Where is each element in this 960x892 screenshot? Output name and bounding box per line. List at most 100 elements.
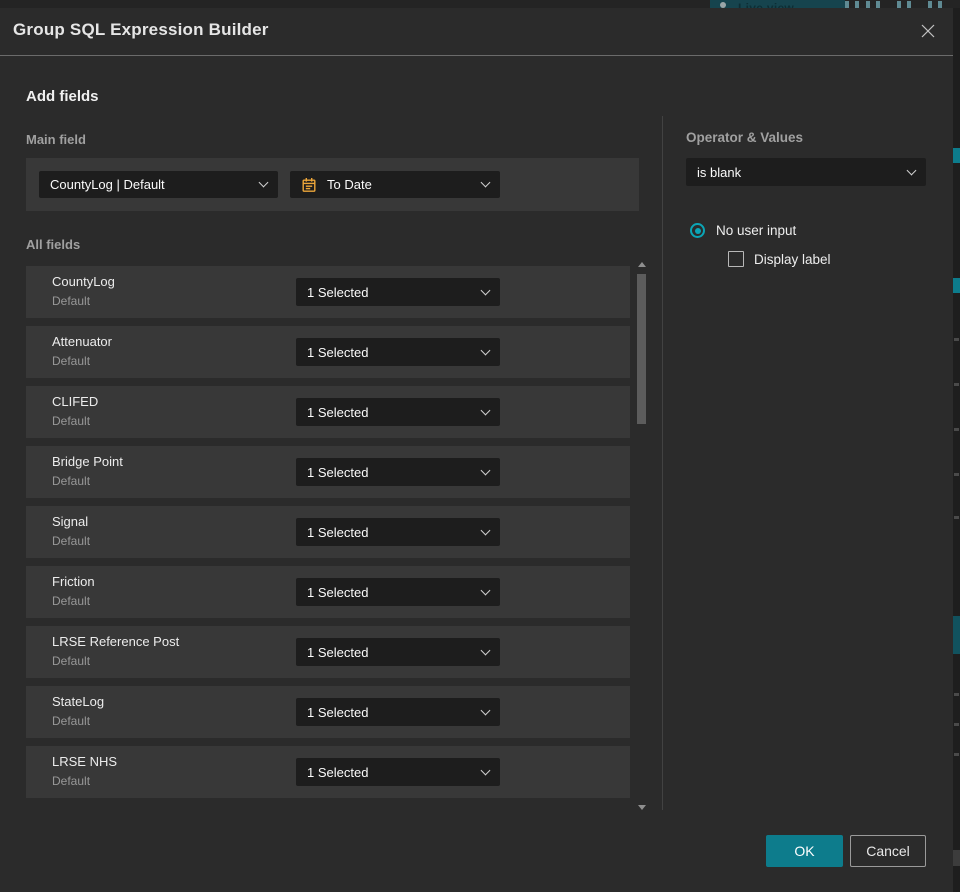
field-subtitle: Default [52,474,91,488]
field-row: Friction Default 1 Selected [26,566,630,618]
field-subtitle: Default [52,654,91,668]
field-subtitle: Default [52,414,91,428]
field-row: CLIFED Default 1 Selected [26,386,630,438]
all-fields-list: CountyLog Default 1 Selected Attenuator … [26,266,630,806]
add-fields-heading: Add fields [26,88,99,105]
ok-button[interactable]: OK [766,835,843,867]
background-fragment [954,693,959,696]
field-selection-dropdown[interactable]: 1 Selected [296,278,500,306]
field-row: StateLog Default 1 Selected [26,686,630,738]
calendar-icon [302,177,316,192]
field-selection-value: 1 Selected [307,344,369,360]
field-name: Bridge Point [52,454,123,469]
field-selection-value: 1 Selected [307,764,369,780]
date-field-dropdown-value: To Date [327,177,372,192]
field-subtitle: Default [52,714,91,728]
field-selection-value: 1 Selected [307,284,369,300]
background-fragment [954,516,959,519]
field-subtitle: Default [52,774,91,788]
display-label-label: Display label [754,251,831,267]
background-fragment [954,723,959,726]
field-selection-value: 1 Selected [307,584,369,600]
close-icon[interactable] [919,21,939,41]
toolbar-icon-fragment [845,1,859,8]
background-fragment [953,616,960,654]
field-row: CountyLog Default 1 Selected [26,266,630,318]
field-selection-dropdown[interactable]: 1 Selected [296,698,500,726]
operator-dropdown-value: is blank [697,164,742,180]
field-selection-dropdown[interactable]: 1 Selected [296,458,500,486]
field-selection-dropdown[interactable]: 1 Selected [296,518,500,546]
cancel-button[interactable]: Cancel [850,835,926,867]
display-label-checkbox[interactable]: Display label [728,251,831,267]
scrollbar-thumb[interactable] [637,274,646,424]
chevron-down-icon [480,285,491,295]
field-name: LRSE NHS [52,754,118,769]
field-subtitle: Default [52,594,91,608]
main-field-dropdown-value: CountyLog | Default [50,177,165,192]
dialog-titlebar: Group SQL Expression Builder [0,8,953,55]
chevron-down-icon [480,525,491,535]
all-fields-label: All fields [26,237,81,252]
chevron-down-icon [480,765,491,775]
field-selection-dropdown[interactable]: 1 Selected [296,638,500,666]
scroll-up-icon[interactable] [638,262,646,267]
field-selection-dropdown[interactable]: 1 Selected [296,338,500,366]
live-view-label: Live view [738,1,795,8]
background-fragment [953,148,960,163]
field-name: Signal [52,514,89,529]
field-row: Signal Default 1 Selected [26,506,630,558]
field-name: LRSE Reference Post [52,634,180,649]
field-selection-dropdown[interactable]: 1 Selected [296,758,500,786]
toolbar-icon-fragment [866,1,880,8]
field-selection-value: 1 Selected [307,704,369,720]
no-user-input-radio[interactable]: No user input [690,223,796,238]
chevron-down-icon [480,345,491,355]
field-selection-value: 1 Selected [307,464,369,480]
field-name: Attenuator [52,334,112,349]
main-field-panel: CountyLog | Default To Date [26,158,639,211]
field-row: Attenuator Default 1 Selected [26,326,630,378]
chevron-down-icon [480,465,491,475]
background-fragment [954,473,959,476]
main-field-label: Main field [26,132,86,147]
toolbar-icon-fragment [928,1,942,8]
chevron-down-icon [906,165,917,175]
background-fragment [953,278,960,293]
dialog-title: Group SQL Expression Builder [13,20,269,39]
field-selection-dropdown[interactable]: 1 Selected [296,578,500,606]
field-name: CountyLog [52,274,115,289]
chevron-down-icon [480,585,491,595]
chevron-down-icon [480,645,491,655]
field-name: CLIFED [52,394,99,409]
panel-divider [662,116,663,810]
operator-values-heading: Operator & Values [686,130,804,145]
background-app-header: Live view [0,0,960,8]
field-selection-value: 1 Selected [307,644,369,660]
toolbar-icon-fragment [897,1,911,8]
field-selection-value: 1 Selected [307,404,369,420]
date-field-dropdown[interactable]: To Date [290,171,500,198]
background-fragment [953,850,960,866]
scroll-down-icon[interactable] [638,805,646,810]
field-subtitle: Default [52,354,91,368]
background-fragment [954,338,959,341]
checkbox-unchecked-icon [728,251,744,267]
chevron-down-icon [258,177,269,188]
live-view-toggle[interactable]: Live view [710,0,845,8]
fields-scrollbar[interactable] [637,260,646,812]
background-fragment [954,428,959,431]
no-user-input-label: No user input [716,223,797,238]
operator-dropdown[interactable]: is blank [686,158,926,186]
titlebar-divider [0,55,953,56]
field-selection-dropdown[interactable]: 1 Selected [296,398,500,426]
field-subtitle: Default [52,294,91,308]
group-sql-expression-builder-dialog: Group SQL Expression Builder Add fields … [0,8,953,892]
field-row: LRSE NHS Default 1 Selected [26,746,630,798]
background-fragment [954,383,959,386]
field-subtitle: Default [52,534,91,548]
field-selection-value: 1 Selected [307,524,369,540]
main-field-dropdown[interactable]: CountyLog | Default [39,171,278,198]
chevron-down-icon [480,705,491,715]
field-name: Friction [52,574,95,589]
